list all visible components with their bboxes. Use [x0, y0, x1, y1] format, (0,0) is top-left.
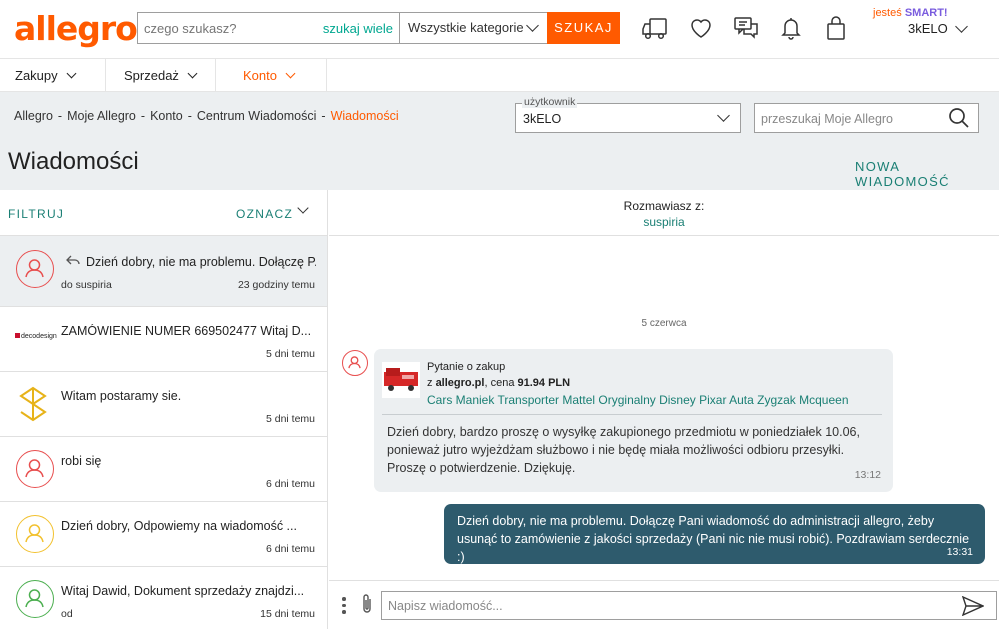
- conversation-item[interactable]: Dzień dobry, nie ma problemu. Dołączę P.…: [0, 236, 327, 307]
- conversation-time: 6 dni temu: [265, 478, 315, 490]
- conversation-time: 15 dni temu: [260, 608, 315, 620]
- breadcrumb-current: Wiadomości: [330, 109, 399, 123]
- filter-button[interactable]: FILTRUJ: [8, 207, 64, 221]
- nav-konto[interactable]: Konto: [216, 59, 327, 91]
- nav-zakupy[interactable]: Zakupy: [0, 59, 106, 91]
- person-icon: [348, 356, 361, 369]
- conversation-title: Dzień dobry, nie ma problemu. Dołączę P.…: [86, 255, 316, 269]
- message-time: 13:12: [854, 469, 881, 481]
- user-select-value: 3kELO: [523, 112, 562, 126]
- user-name[interactable]: 3kELO: [908, 21, 948, 36]
- person-icon: [25, 524, 44, 543]
- product-card[interactable]: Pytanie o zakup z allegro.pl, cena 91.94…: [382, 358, 882, 415]
- incoming-message: Pytanie o zakup z allegro.pl, cena 91.94…: [374, 349, 893, 492]
- shopping-bag-icon[interactable]: [822, 14, 850, 42]
- conversation-item[interactable]: Dzień dobry, Odpowiemy na wiadomość ... …: [0, 502, 327, 567]
- attachment-icon[interactable]: [360, 593, 374, 615]
- chevron-down-icon[interactable]: [955, 20, 968, 33]
- person-icon: [25, 459, 44, 478]
- compose-bar: Napisz wiadomość...: [329, 580, 999, 629]
- more-options-icon[interactable]: [342, 597, 346, 615]
- date-separator: 5 czerwca: [641, 318, 687, 329]
- conversation-title: Witam postaramy sie.: [61, 389, 182, 403]
- person-icon: [25, 259, 44, 278]
- conversation-time: 23 godziny temu: [237, 279, 315, 291]
- chevron-down-icon: [717, 109, 730, 122]
- messages-icon[interactable]: [732, 14, 760, 42]
- allegro-logo[interactable]: allegro: [14, 9, 138, 48]
- user-avatar: [16, 250, 54, 288]
- chevron-down-icon: [526, 19, 539, 32]
- my-allegro-search-placeholder: przeszukaj Moje Allegro: [761, 112, 894, 126]
- product-thumbnail: [382, 362, 420, 398]
- delivery-truck-icon[interactable]: [641, 14, 669, 42]
- send-icon[interactable]: [962, 596, 984, 616]
- chevron-down-icon: [285, 68, 296, 79]
- conversation-title: Dzień dobry, Odpowiemy na wiadomość ...: [61, 519, 297, 533]
- breadcrumb: Allegro - Moje Allegro - Konto - Centrum Wiado…: [14, 109, 399, 123]
- bell-icon[interactable]: [777, 14, 805, 42]
- breadcrumb-item[interactable]: Konto: [150, 109, 183, 123]
- search-icon[interactable]: [948, 107, 970, 129]
- chevron-down-icon: [187, 68, 198, 79]
- message-time: 13:31: [946, 546, 973, 558]
- conversation-with-label: Rozmawiasz z:: [623, 199, 705, 213]
- conversation-title: robi się: [61, 454, 102, 468]
- conversation-time: 6 dni temu: [265, 543, 315, 555]
- product-title-link[interactable]: Cars Maniek Transporter Mattel Oryginaln…: [427, 393, 849, 407]
- conversation-title: Witaj Dawid, Dokument sprzedaży znajdzi.…: [61, 584, 305, 598]
- chevron-down-icon[interactable]: [297, 202, 309, 214]
- message-text: Dzień dobry, bardzo proszę o wysyłkę zak…: [387, 425, 860, 475]
- conversation-list-panel: FILTRUJ OZNACZ Dzień dobry, nie ma probl…: [0, 190, 328, 629]
- smart-badge[interactable]: jesteś SMART!: [873, 7, 948, 19]
- breadcrumb-item[interactable]: Allegro: [14, 109, 53, 123]
- message-input[interactable]: Napisz wiadomość...: [381, 591, 997, 620]
- breadcrumb-item[interactable]: Moje Allegro: [67, 109, 136, 123]
- breadcrumb-item[interactable]: Centrum Wiadomości: [197, 109, 316, 123]
- main-nav: Zakupy Sprzedaż Konto: [0, 59, 999, 92]
- message-text: Dzień dobry, nie ma problemu. Dołączę Pa…: [457, 514, 970, 564]
- user-select-label: użytkownik: [522, 96, 578, 108]
- conversation-recipient: od: [61, 608, 73, 620]
- page-title: Wiadomości: [8, 148, 139, 175]
- outgoing-message: Dzień dobry, nie ma problemu. Dołączę Pa…: [444, 504, 985, 564]
- conversation-item[interactable]: Witam postaramy sie. 5 dni temu: [0, 372, 327, 437]
- nav-sprzedaz[interactable]: Sprzedaż: [106, 59, 216, 91]
- conversation-item[interactable]: robi się 6 dni temu: [0, 437, 327, 502]
- user-avatar: [16, 580, 54, 618]
- product-question-label: Pytanie o zakup: [427, 361, 506, 373]
- user-avatar: [16, 515, 54, 553]
- search-bar: szukaj wiele Wszystkie kategorie SZUKAJ: [137, 12, 620, 44]
- product-meta: z allegro.pl, cena 91.94 PLN: [427, 377, 571, 389]
- top-header: allegro szukaj wiele Wszystkie kategorie…: [0, 0, 999, 59]
- conversation-panel: Rozmawiasz z: suspiria 5 czerwca Pytanie…: [329, 190, 999, 629]
- chevron-down-icon: [66, 68, 77, 79]
- new-message-button[interactable]: NOWA WIADOMOŚĆ: [855, 159, 999, 189]
- decodesign-logo: decodesign: [15, 333, 57, 340]
- list-toolbar: FILTRUJ OZNACZ: [0, 190, 327, 236]
- conversation-time: 5 dni temu: [265, 348, 315, 360]
- user-avatar: [342, 350, 368, 376]
- conversation-item[interactable]: decodesign ZAMÓWIENIE NUMER 669502477 Wi…: [0, 307, 327, 372]
- search-button[interactable]: SZUKAJ: [547, 12, 620, 44]
- conversation-time: 5 dni temu: [265, 413, 315, 425]
- conversation-recipient: do suspiria: [61, 279, 112, 291]
- search-many-link[interactable]: szukaj wiele: [323, 21, 393, 36]
- conversation-header: Rozmawiasz z: suspiria: [329, 190, 999, 236]
- conversation-with-name[interactable]: suspiria: [329, 214, 999, 230]
- person-icon: [25, 589, 44, 608]
- mark-button[interactable]: OZNACZ: [236, 207, 293, 221]
- user-avatar: [16, 450, 54, 488]
- reply-icon: [66, 255, 80, 265]
- seller-logo-icon: [19, 386, 47, 422]
- conversation-item[interactable]: Witaj Dawid, Dokument sprzedaży znajdzi.…: [0, 567, 327, 632]
- user-select[interactable]: użytkownik 3kELO: [515, 96, 741, 133]
- category-select[interactable]: Wszystkie kategorie: [399, 13, 547, 43]
- conversation-title: ZAMÓWIENIE NUMER 669502477 Witaj D...: [61, 324, 312, 338]
- my-allegro-search[interactable]: przeszukaj Moje Allegro: [754, 103, 979, 133]
- heart-icon[interactable]: [687, 14, 715, 42]
